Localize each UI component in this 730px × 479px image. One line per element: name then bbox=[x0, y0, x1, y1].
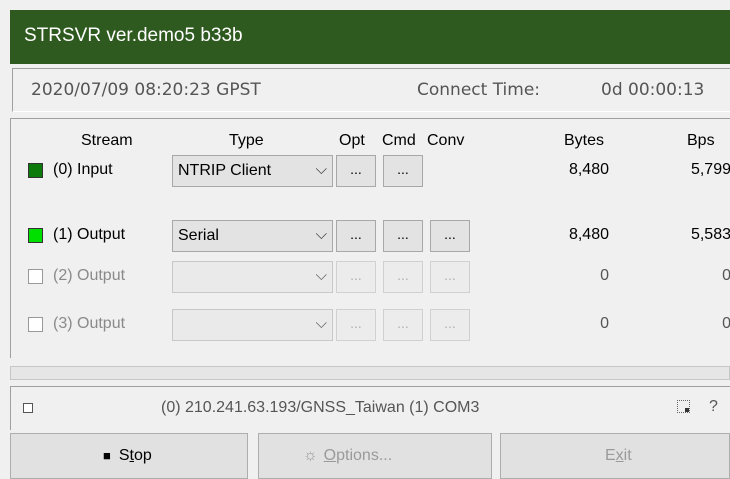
type-select-1[interactable]: Serial ⌵ bbox=[172, 220, 333, 252]
info-bar: 2020/07/09 08:20:23 GPST Connect Time: 0… bbox=[12, 68, 730, 112]
stream-checkbox-3[interactable] bbox=[28, 317, 43, 332]
stream-label-0: (0) Input bbox=[53, 161, 113, 178]
stop-button[interactable]: ■ Stop bbox=[10, 433, 248, 479]
bps-value-2: 0 bbox=[722, 267, 730, 284]
connect-time-value: 0d 00:00:13 bbox=[601, 80, 705, 100]
bytes-value-2: 0 bbox=[600, 267, 609, 284]
header-bps: Bps bbox=[687, 132, 715, 149]
bps-value-0: 5,799 bbox=[690, 161, 730, 178]
cmd-button-2[interactable]: ... bbox=[383, 261, 423, 293]
opt-button-3[interactable]: ... bbox=[336, 309, 376, 341]
conv-button-2[interactable]: ... bbox=[430, 261, 470, 293]
header-cmd: Cmd bbox=[382, 132, 416, 149]
stream-row-input-0: (0) Input NTRIP Client ⌵ ... ... 8,480 5… bbox=[11, 155, 730, 189]
status-indicator-icon bbox=[23, 403, 33, 413]
help-icon[interactable]: ? bbox=[709, 398, 718, 416]
stop-square-icon: ■ bbox=[103, 448, 111, 463]
type-select-2[interactable]: ⌵ bbox=[172, 261, 333, 293]
chevron-down-icon: ⌵ bbox=[315, 226, 327, 243]
conv-button-1[interactable]: ... bbox=[430, 220, 470, 252]
stream-checkbox-0[interactable] bbox=[28, 163, 43, 178]
stream-checkbox-1[interactable] bbox=[28, 228, 43, 243]
header-opt: Opt bbox=[339, 132, 365, 149]
gear-icon: ☼ bbox=[303, 447, 318, 464]
exit-label-mnemonic: x bbox=[615, 447, 624, 464]
bytes-value-3: 0 bbox=[600, 315, 609, 332]
chevron-down-icon: ⌵ bbox=[315, 161, 327, 178]
options-label-rest: ptions... bbox=[336, 447, 393, 464]
cmd-button-1[interactable]: ... bbox=[383, 220, 423, 252]
stop-label-s: S bbox=[118, 447, 130, 464]
status-text: (0) 210.241.63.193/GNSS_Taiwan (1) COM3 bbox=[161, 399, 480, 416]
exit-label-e: E bbox=[605, 447, 616, 464]
stream-row-output-3: (3) Output ⌵ ... ... ... 0 0 bbox=[11, 309, 730, 343]
status-bar: (0) 210.241.63.193/GNSS_Taiwan (1) COM3 … bbox=[10, 386, 730, 430]
stream-panel: Stream Type Opt Cmd Conv Bytes Bps (0) I… bbox=[10, 118, 730, 358]
header-type: Type bbox=[229, 132, 264, 149]
progress-bar bbox=[10, 366, 730, 380]
cmd-button-3[interactable]: ... bbox=[383, 309, 423, 341]
type-select-value-1: Serial bbox=[178, 227, 219, 244]
header-stream: Stream bbox=[81, 132, 133, 149]
stream-row-output-2: (2) Output ⌵ ... ... ... 0 0 bbox=[11, 261, 730, 295]
type-select-value-0: NTRIP Client bbox=[178, 162, 272, 179]
bps-value-3: 0 bbox=[722, 315, 730, 332]
options-label-mnemonic: O bbox=[323, 447, 337, 464]
stream-label-2: (2) Output bbox=[53, 267, 126, 284]
options-button[interactable]: ☼ Options... bbox=[258, 433, 492, 479]
stream-label-1: (1) Output bbox=[53, 226, 126, 243]
header-conv: Conv bbox=[427, 132, 465, 149]
bytes-value-1: 8,480 bbox=[568, 226, 609, 243]
exit-button[interactable]: Exit bbox=[500, 433, 730, 479]
opt-button-2[interactable]: ... bbox=[336, 261, 376, 293]
current-time: 2020/07/09 08:20:23 GPST bbox=[31, 80, 261, 100]
stream-checkbox-2[interactable] bbox=[28, 269, 43, 284]
stream-row-output-1: (1) Output Serial ⌵ ... ... ... 8,480 5,… bbox=[11, 220, 730, 254]
trace-window-icon[interactable] bbox=[677, 400, 690, 413]
type-select-3[interactable]: ⌵ bbox=[172, 309, 333, 341]
bytes-value-0: 8,480 bbox=[568, 161, 609, 178]
opt-button-1[interactable]: ... bbox=[336, 220, 376, 252]
conv-button-3[interactable]: ... bbox=[430, 309, 470, 341]
connect-time-label: Connect Time: bbox=[417, 80, 541, 100]
chevron-down-icon: ⌵ bbox=[315, 267, 327, 284]
cmd-button-0[interactable]: ... bbox=[383, 155, 423, 187]
stream-label-3: (3) Output bbox=[53, 315, 126, 332]
exit-label-rest: it bbox=[623, 447, 632, 464]
type-select-0[interactable]: NTRIP Client ⌵ bbox=[172, 155, 333, 187]
window-title: STRSVR ver.demo5 b33b bbox=[24, 25, 243, 46]
stop-label-rest: op bbox=[133, 447, 152, 464]
title-bar: STRSVR ver.demo5 b33b bbox=[10, 10, 730, 64]
bps-value-1: 5,583 bbox=[690, 226, 730, 243]
header-bytes: Bytes bbox=[564, 132, 605, 149]
chevron-down-icon: ⌵ bbox=[315, 315, 327, 332]
opt-button-0[interactable]: ... bbox=[336, 155, 376, 187]
